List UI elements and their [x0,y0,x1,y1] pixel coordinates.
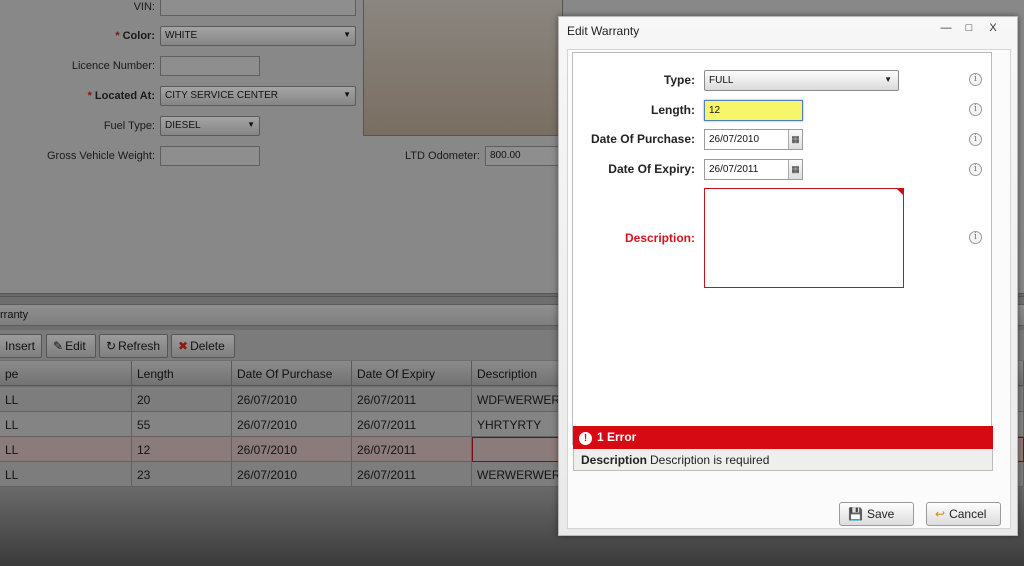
description-textarea[interactable] [704,188,904,288]
gvw-label: Gross Vehicle Weight: [46,150,155,162]
cancel-button[interactable]: ↩ Cancel [926,502,1001,526]
table-cell: 55 [132,412,232,437]
licence-label: Licence Number: [71,60,155,72]
info-icon[interactable]: i [969,133,982,146]
table-cell: 26/07/2010 [232,437,352,462]
vin-input[interactable] [160,0,356,16]
color-label: * Color: [115,30,155,42]
info-icon[interactable]: i [969,103,982,116]
located-label: * Located At: [87,90,155,102]
expiry-date-input[interactable]: 26/07/2011 ▦ [704,159,803,180]
table-cell: 26/07/2011 [352,437,472,462]
dialog-content: Type: FULL ▼ i Length: 12 i Date Of Purc… [567,49,1011,529]
column-header-purchase[interactable]: Date Of Purchase [232,361,352,386]
length-input[interactable]: 12 [704,100,803,121]
table-cell: 26/07/2011 [352,387,472,412]
table-cell: 26/07/2010 [232,412,352,437]
refresh-label: Refresh [118,339,161,353]
fuel-value: DIESEL [165,120,201,131]
table-cell: 26/07/2010 [232,462,352,487]
type-select[interactable]: FULL ▼ [704,70,899,91]
vehicle-photo [363,0,563,136]
chevron-down-icon: ▼ [343,90,351,99]
expiry-date-label: Date Of Expiry: [608,162,695,176]
purchase-date-label: Date Of Purchase: [590,132,695,146]
located-select[interactable]: CITY SERVICE CENTER ▼ [160,86,356,106]
fuel-select[interactable]: DIESEL ▼ [160,116,260,136]
refresh-icon: ↻ [106,339,117,353]
cancel-icon: ↩ [935,507,946,521]
table-cell: LL [0,437,132,462]
chevron-down-icon: ▼ [247,120,255,129]
table-cell: 26/07/2011 [352,462,472,487]
vin-label: VIN: [133,1,155,13]
delete-label: Delete [190,339,225,353]
ltd-odometer-label: LTD Odometer: [405,150,480,162]
delete-icon: ✖ [178,339,189,353]
description-label: Description: [624,231,695,245]
edit-icon: ✎ [53,339,64,353]
length-label: Length: [651,103,695,117]
close-icon[interactable]: X [986,21,1000,35]
error-summary-text: 1 Error [597,430,637,444]
save-button[interactable]: 💾 Save [839,502,914,526]
error-field-name: Description [581,453,648,467]
ltd-odometer-input[interactable]: 800.00 [485,146,565,166]
gvw-input[interactable] [160,146,260,166]
error-detail-item[interactable]: Description Description is required [573,449,993,471]
cancel-label: Cancel [949,507,987,521]
table-cell: LL [0,387,132,412]
type-value: FULL [709,75,734,86]
calendar-icon[interactable]: ▦ [788,160,802,179]
edit-label: Edit [65,339,86,353]
maximize-icon[interactable]: □ [962,21,976,35]
delete-button[interactable]: ✖ Delete [171,334,235,358]
edit-button[interactable]: ✎ Edit [46,334,96,358]
column-header-type[interactable]: pe [0,361,132,386]
dialog-title: Edit Warranty [567,24,640,38]
column-header-length[interactable]: Length [132,361,232,386]
table-cell: 26/07/2011 [352,412,472,437]
purchase-date-input[interactable]: 26/07/2010 ▦ [704,129,803,150]
info-icon[interactable]: i [969,231,982,244]
edit-warranty-dialog: Edit Warranty — □ X Type: FULL ▼ i Lengt… [558,16,1018,536]
chevron-down-icon: ▼ [884,75,892,84]
save-label: Save [866,507,895,521]
purchase-date-value: 26/07/2010 [709,134,760,145]
table-cell: 23 [132,462,232,487]
color-select[interactable]: WHITE ▼ [160,26,356,46]
chevron-down-icon: ▼ [343,30,351,39]
error-summary-bar: ! 1 Error [573,426,993,449]
error-icon: ! [579,432,592,445]
error-corner-icon [897,189,903,195]
table-cell: 12 [132,437,232,462]
refresh-button[interactable]: ↻ Refresh [99,334,168,358]
error-message: Description is required [650,453,770,467]
info-icon[interactable]: i [969,163,982,176]
table-cell: 20 [132,387,232,412]
color-value: WHITE [165,30,198,41]
warranty-panel-title: rranty [0,309,29,321]
table-cell: 26/07/2010 [232,387,352,412]
calendar-icon[interactable]: ▦ [788,130,802,149]
fuel-label: Fuel Type: [103,120,155,132]
warranty-form: Type: FULL ▼ i Length: 12 i Date Of Purc… [572,52,993,471]
expiry-date-value: 26/07/2011 [709,164,759,175]
table-cell: LL [0,412,132,437]
type-label: Type: [663,73,695,87]
column-header-expiry[interactable]: Date Of Expiry [352,361,472,386]
save-icon: 💾 [848,507,863,521]
insert-button[interactable]: Insert [0,334,42,358]
licence-input[interactable] [160,56,260,76]
insert-label: Insert [5,339,36,353]
minimize-icon[interactable]: — [939,21,953,35]
table-cell: LL [0,462,132,487]
info-icon[interactable]: i [969,73,982,86]
located-value: CITY SERVICE CENTER [165,90,278,101]
